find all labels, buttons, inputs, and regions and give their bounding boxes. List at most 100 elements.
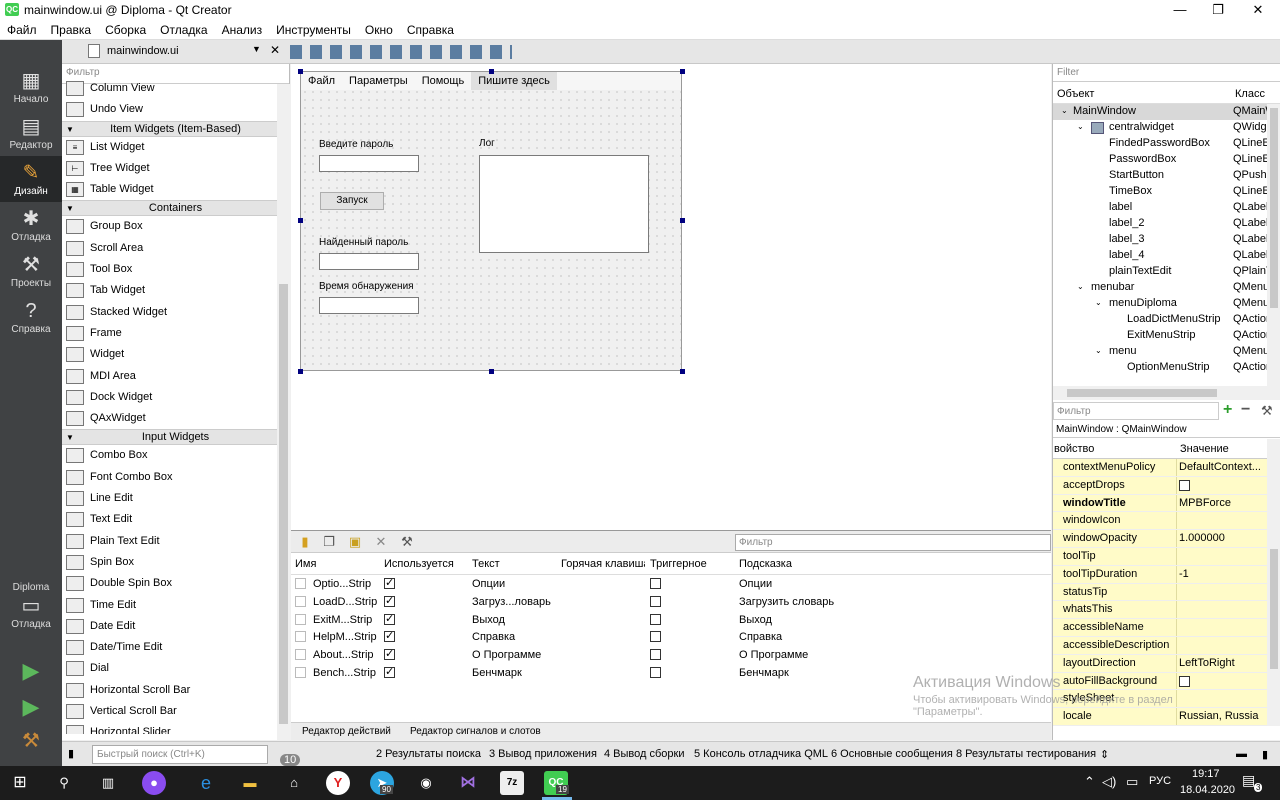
widget-item[interactable]: ⊢ Tree Widget	[62, 158, 289, 179]
property-vscrollbar[interactable]	[1267, 439, 1280, 726]
property-value[interactable]: 1.000000	[1179, 532, 1265, 544]
object-tree-row[interactable]: ⌄ centralwidget QWidget	[1053, 120, 1280, 136]
resize-handle[interactable]	[489, 69, 494, 74]
file-explorer-icon[interactable]: ▬	[238, 771, 262, 795]
search-icon[interactable]: ⚲	[52, 771, 76, 795]
menu-window[interactable]: Окно	[358, 20, 400, 40]
toggle-sidebar-icon[interactable]: ▮	[68, 747, 74, 760]
general-messages-tab[interactable]: 6 Основные сообщения	[831, 748, 953, 760]
add-dynamic-property-icon[interactable]: +	[1223, 401, 1232, 419]
widget-item[interactable]: Widget	[62, 344, 289, 365]
object-tree-row[interactable]: ⌄ menu QMenu	[1053, 344, 1280, 360]
widget-item[interactable]: Horizontal Scroll Bar	[62, 680, 289, 701]
task-view-icon[interactable]: ▥	[96, 771, 120, 795]
object-tree-row[interactable]: ExitMenuStrip QAction	[1053, 328, 1280, 344]
clock-time[interactable]: 19:17	[1192, 768, 1220, 780]
used-checkbox[interactable]: ✓	[384, 595, 395, 607]
property-value[interactable]: DefaultContext...	[1179, 461, 1265, 473]
used-checkbox[interactable]: ✓	[384, 649, 395, 661]
yandex-browser-icon[interactable]: Y	[326, 771, 350, 795]
col-value[interactable]: Значение	[1180, 443, 1229, 455]
log-text-edit[interactable]	[479, 155, 649, 253]
resize-handle[interactable]	[298, 69, 303, 74]
configure-icon[interactable]: ⚒	[399, 534, 415, 550]
checkable-checkbox[interactable]	[650, 578, 661, 589]
configure-icon[interactable]: ⚒	[1261, 403, 1273, 419]
close-document-icon[interactable]: ✕	[270, 43, 280, 57]
widget-item[interactable]: Font Combo Box	[62, 467, 289, 488]
start-button[interactable]: Запуск	[320, 192, 384, 210]
scrollbar-thumb[interactable]	[279, 284, 288, 724]
widget-item[interactable]: Horizontal Slider	[62, 722, 289, 734]
app-output-tab[interactable]: 3 Вывод приложения	[489, 748, 597, 760]
object-tree-row[interactable]: label_2 QLabel	[1053, 216, 1280, 232]
object-hscrollbar[interactable]	[1053, 386, 1267, 400]
widget-item[interactable]: Plain Text Edit	[62, 531, 289, 552]
resize-handle[interactable]	[298, 369, 303, 374]
property-value[interactable]: LeftToRight	[1179, 657, 1265, 669]
tray-chevron-icon[interactable]: ⌃	[1084, 774, 1095, 790]
col-shortcut[interactable]: Горячая клавиша	[561, 558, 645, 570]
widget-item[interactable]: Frame	[62, 323, 289, 344]
object-tree-row[interactable]: FindedPasswordBox QLineEdit	[1053, 136, 1280, 152]
expand-arrow-icon[interactable]: ⌄	[1077, 122, 1084, 131]
property-checkbox[interactable]	[1179, 479, 1190, 491]
property-row[interactable]: windowOpacity 1.000000	[1053, 530, 1267, 548]
mode-debug[interactable]: ✱ Отладка	[0, 206, 62, 243]
object-tree-row[interactable]: label_3 QLabel	[1053, 232, 1280, 248]
mode-help[interactable]: ? Справка	[0, 298, 62, 335]
search-results-tab[interactable]: 2 Результаты поиска	[376, 748, 481, 760]
property-row[interactable]: statusTip	[1053, 583, 1267, 602]
widget-item[interactable]: Time Edit	[62, 595, 289, 616]
used-checkbox[interactable]: ✓	[384, 578, 395, 589]
menu-tools[interactable]: Инструменты	[269, 20, 358, 40]
widget-item[interactable]: QAxWidget	[62, 408, 289, 429]
property-checkbox[interactable]	[1179, 675, 1190, 687]
col-object[interactable]: Объект	[1057, 88, 1094, 100]
run-button[interactable]: ▶	[0, 658, 62, 684]
object-tree-row[interactable]: ⌄ MainWindow QMainWindow	[1053, 104, 1280, 120]
expand-arrow-icon[interactable]: ⌄	[1095, 298, 1102, 307]
form-menu-type-here[interactable]: Пишите здесь	[471, 72, 557, 90]
menu-debug[interactable]: Отладка	[153, 20, 214, 40]
mode-edit[interactable]: ▤ Редактор	[0, 114, 62, 151]
7zip-icon[interactable]: 7z	[500, 771, 524, 795]
resize-handle[interactable]	[680, 369, 685, 374]
category-header[interactable]: ▼ Input Widgets	[62, 429, 289, 446]
used-checkbox[interactable]: ✓	[384, 631, 395, 643]
col-checkable[interactable]: Триггерное	[650, 558, 707, 570]
property-row[interactable]: contextMenuPolicy DefaultContext...	[1053, 459, 1267, 477]
menu-analyze[interactable]: Анализ	[215, 20, 270, 40]
test-results-tab[interactable]: 8 Результаты тестирования	[956, 748, 1096, 760]
form-menu-help[interactable]: Помощь	[415, 72, 472, 90]
widget-item[interactable]: Double Spin Box	[62, 573, 289, 594]
password-box[interactable]	[319, 155, 419, 172]
more-tabs-icon[interactable]: ⇕	[1100, 748, 1109, 761]
widget-item[interactable]: ≡ List Widget	[62, 137, 289, 158]
output-close-icon[interactable]: ▮	[1262, 748, 1268, 761]
widget-item[interactable]: ▦ Table Widget	[62, 179, 289, 200]
action-row[interactable]: HelpM...Strip ✓ Справка Справка	[291, 628, 1051, 646]
col-class[interactable]: Класс	[1235, 88, 1265, 100]
col-name[interactable]: Имя	[295, 558, 316, 570]
delete-action-icon[interactable]: ✕	[373, 534, 389, 550]
checkable-checkbox[interactable]	[650, 595, 661, 607]
checkable-checkbox[interactable]	[650, 631, 661, 643]
widget-item[interactable]: Stacked Widget	[62, 302, 289, 323]
action-filter-input[interactable]: Фильтр	[735, 534, 1051, 551]
widget-box-scrollbar[interactable]	[277, 84, 290, 740]
checkable-checkbox[interactable]	[650, 666, 661, 678]
widget-item[interactable]: Scroll Area	[62, 238, 289, 259]
checkable-checkbox[interactable]	[650, 649, 661, 661]
widget-item[interactable]: Date Edit	[62, 616, 289, 637]
new-action-icon[interactable]: ▮	[297, 534, 313, 550]
widget-item[interactable]: Group Box	[62, 216, 289, 237]
category-header[interactable]: ▼ Item Widgets (Item-Based)	[62, 120, 289, 137]
resize-handle[interactable]	[680, 218, 685, 223]
property-value[interactable]: Russian, Russia	[1179, 710, 1265, 722]
action-row[interactable]: LoadD...Strip ✓ Загруз...ловарь Загрузить с…	[291, 593, 1051, 611]
used-checkbox[interactable]: ✓	[384, 666, 395, 678]
action-row[interactable]: ExitM...Strip ✓ Выход Выход	[291, 611, 1051, 629]
object-vscrollbar[interactable]	[1267, 104, 1280, 400]
expand-arrow-icon[interactable]: ⌄	[1061, 106, 1068, 115]
